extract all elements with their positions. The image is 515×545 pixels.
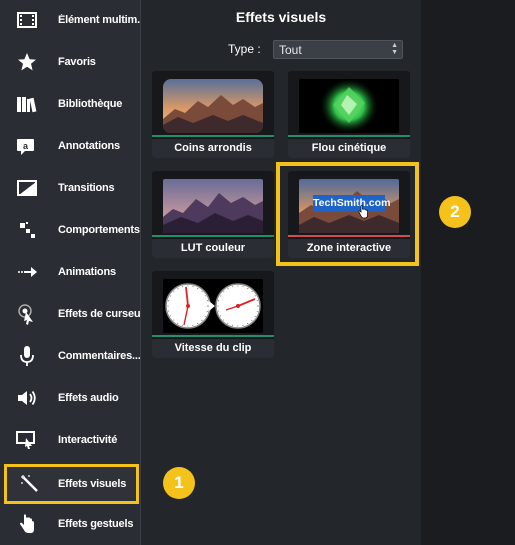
library-books-icon [15,92,39,116]
type-filter-value: Tout [279,43,302,57]
type-filter-select[interactable]: Tout ▲ ▼ [273,40,403,59]
type-filter-label: Type : [228,42,261,56]
purple-mountain-thumbnail [163,179,263,233]
tile-label: Coins arrondis [152,139,274,158]
sidebar-item-label: Commentaires... [58,350,140,362]
sidebar-item-audio-effects[interactable]: Effets audio [0,378,141,418]
sidebar-item-behaviors[interactable]: Comportements [0,210,141,250]
sidebar: Élément multim... Favoris Bibliothèque a… [0,0,141,545]
sidebar-item-annotations[interactable]: a Annotations [0,126,141,166]
sidebar-item-label: Effets gestuels [58,518,134,530]
sidebar-item-gesture-effects[interactable]: Effets gestuels [0,504,141,544]
hotspot-highlight-frame [276,162,419,266]
effects-panel: Effets visuels Type : Tout ▲ ▼ Coins arro… [141,0,421,545]
effect-tile-clip-speed[interactable]: Vitesse du clip [152,271,274,358]
star-icon [15,50,39,74]
sidebar-item-label: Interactivité [58,434,118,446]
behaviors-icon [15,218,39,242]
callout-badge-1: 1 [163,467,195,499]
select-arrows-icon: ▲ ▼ [391,42,398,56]
canvas-area [421,0,515,545]
animation-arrow-icon [15,260,39,284]
interactivity-icon [15,428,39,452]
tile-accent-line [152,235,274,237]
sidebar-item-favorites[interactable]: Favoris [0,42,141,82]
sidebar-item-media[interactable]: Élément multim... [0,0,141,40]
sidebar-item-label: Comportements [58,224,140,236]
tile-label: Vitesse du clip [152,339,274,358]
sidebar-item-label: Effets audio [58,392,119,404]
tile-accent-line [288,135,410,137]
panel-title: Effets visuels [235,9,327,25]
effect-tile-motion-blur[interactable]: Flou cinétique [288,71,410,158]
sidebar-item-visual-effects[interactable]: Effets visuels [4,464,139,504]
sidebar-item-label: Annotations [58,140,120,152]
clock-speed-thumbnail [163,279,263,333]
sidebar-item-interactivity[interactable]: Interactivité [0,420,141,460]
film-strip-icon [15,8,39,32]
blurred-green-shape-thumbnail [299,79,399,133]
cursor-effect-icon [15,302,39,326]
tile-label: Flou cinétique [288,139,410,158]
sidebar-item-voice-narration[interactable]: Commentaires... [0,336,141,376]
annotation-icon: a [15,134,39,158]
sidebar-item-library[interactable]: Bibliothèque [0,84,141,124]
sidebar-item-label: Effets de curseur [58,308,140,320]
speaker-icon [15,386,39,410]
sidebar-item-label: Bibliothèque [58,98,123,110]
sidebar-item-label: Favoris [58,56,96,68]
mountain-sunset-thumbnail [163,79,263,133]
sidebar-item-label: Effets visuels [58,478,127,490]
tile-accent-line [152,335,274,337]
sidebar-item-transitions[interactable]: Transitions [0,168,141,208]
sidebar-item-label: Transitions [58,182,115,194]
tile-label: LUT couleur [152,239,274,258]
tile-accent-line [152,135,274,137]
sidebar-item-cursor-effects[interactable]: Effets de curseur [0,294,141,334]
sidebar-item-animations[interactable]: Animations [0,252,141,292]
transition-icon [15,176,39,200]
hand-gesture-icon [15,512,39,536]
microphone-icon [15,344,39,368]
sidebar-item-label: Élément multim... [58,14,140,26]
magic-wand-icon [18,472,42,496]
effect-tile-rounded-corners[interactable]: Coins arrondis [152,71,274,158]
callout-badge-2: 2 [439,196,471,228]
effect-tile-color-lut[interactable]: LUT couleur [152,171,274,258]
sidebar-item-label: Animations [58,266,116,278]
